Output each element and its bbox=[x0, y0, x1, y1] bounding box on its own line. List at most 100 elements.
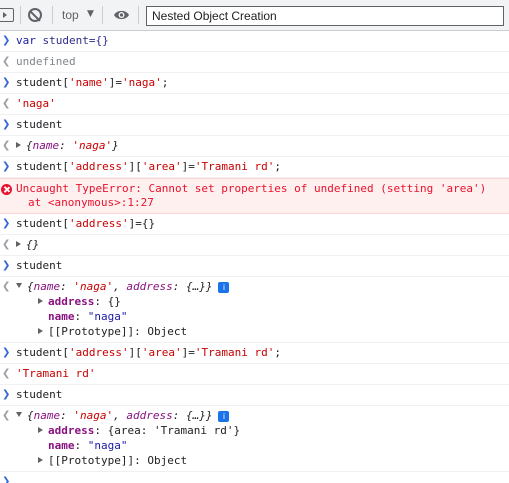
code-text: ]= bbox=[181, 160, 195, 173]
brace: { bbox=[26, 139, 33, 152]
brace: } bbox=[112, 139, 119, 152]
console-input-row: ❯ student['address']['area']='Tramani rd… bbox=[0, 157, 509, 178]
object-key: name bbox=[33, 409, 61, 422]
separator: : bbox=[59, 139, 73, 152]
error-message: Uncaught TypeError: Cannot set propertie… bbox=[16, 182, 487, 195]
code-string: 'Tramani rd' bbox=[194, 160, 275, 173]
separator: : bbox=[60, 409, 74, 422]
code-string: 'address' bbox=[68, 217, 129, 230]
object-property[interactable]: address: {} bbox=[16, 294, 509, 309]
code-text: student[ bbox=[16, 346, 69, 359]
clear-console-icon[interactable] bbox=[28, 8, 42, 22]
live-expression-eye-icon[interactable] bbox=[113, 9, 130, 21]
output-prompt-icon: ❮ bbox=[2, 98, 11, 109]
toolbar-divider bbox=[138, 6, 139, 24]
object-value: 'naga' bbox=[72, 139, 113, 152]
code-string: 'area' bbox=[141, 346, 182, 359]
code-text: ][ bbox=[128, 160, 142, 173]
code-string: 'area' bbox=[141, 160, 182, 173]
object-preview[interactable]: {} bbox=[26, 238, 39, 251]
brace: } bbox=[205, 409, 213, 422]
console-input-row: ❯ student bbox=[0, 115, 509, 136]
expand-triangle-icon[interactable] bbox=[38, 298, 43, 304]
property-value: Object bbox=[147, 454, 188, 467]
console-toolbar: top ▼ bbox=[0, 0, 509, 31]
code-text: student[ bbox=[16, 160, 69, 173]
console-output-row: ❮ 'Tramani rd' bbox=[0, 364, 509, 385]
brace: { bbox=[27, 280, 34, 293]
collapse-triangle-icon[interactable] bbox=[16, 283, 22, 288]
collapse-triangle-icon[interactable] bbox=[16, 412, 22, 417]
output-prompt-icon: ❮ bbox=[2, 56, 11, 67]
code-string: 'name' bbox=[68, 76, 109, 89]
object-property: name: "naga" bbox=[16, 309, 509, 324]
object-preview[interactable]: {name: 'naga'} bbox=[26, 139, 119, 152]
property-key: name bbox=[48, 310, 75, 323]
input-prompt-icon: ❯ bbox=[2, 161, 11, 172]
context-selector[interactable]: top bbox=[62, 7, 79, 24]
output-prompt-icon: ❮ bbox=[2, 281, 11, 292]
input-prompt-icon: ❯ bbox=[2, 260, 11, 271]
code-text: ][ bbox=[128, 346, 142, 359]
console-output-row[interactable]: ❮ {} bbox=[0, 235, 509, 256]
separator: : bbox=[60, 280, 74, 293]
code-text: ; bbox=[274, 160, 281, 173]
object-summary[interactable]: {name: 'naga', address: {…}} i bbox=[16, 280, 509, 294]
info-icon[interactable]: i bbox=[218, 282, 230, 293]
object-property[interactable]: [[Prototype]]: Object bbox=[16, 453, 509, 468]
object-key: name bbox=[32, 139, 60, 152]
expand-triangle-icon[interactable] bbox=[16, 142, 21, 148]
console-messages: ❯ var student={} ❮ undefined ❯ student['… bbox=[0, 31, 509, 483]
separator: : bbox=[74, 310, 88, 323]
info-icon[interactable]: i bbox=[218, 411, 230, 422]
output-prompt-icon: ❮ bbox=[2, 140, 11, 151]
console-input[interactable] bbox=[16, 475, 23, 483]
property-key: [[Prototype]] bbox=[48, 325, 135, 338]
code-text: student[ bbox=[16, 217, 69, 230]
console-output-row: ❮ undefined bbox=[0, 52, 509, 73]
code-text: student={} bbox=[35, 34, 109, 47]
code-string: 'naga' bbox=[121, 76, 162, 89]
object-summary[interactable]: {name: 'naga', address: {…}} i bbox=[16, 409, 509, 423]
chevron-down-icon[interactable]: ▼ bbox=[87, 9, 94, 19]
output-value: undefined bbox=[16, 55, 76, 68]
code-string: 'address' bbox=[68, 346, 129, 359]
error-stack-location[interactable]: at <anonymous>:1:27 bbox=[16, 196, 509, 210]
input-prompt-icon: ❯ bbox=[2, 119, 11, 130]
property-value: "naga" bbox=[87, 439, 128, 452]
object-property[interactable]: address: {area: 'Tramani rd'} bbox=[16, 423, 509, 438]
console-input-row: ❯ student['address']['area']='Tramani rd… bbox=[0, 343, 509, 364]
property-value: "naga" bbox=[87, 310, 128, 323]
object-key: name bbox=[33, 280, 61, 293]
code-text: student bbox=[16, 118, 63, 131]
separator: : bbox=[94, 295, 108, 308]
sidebar-toggle-icon[interactable] bbox=[0, 8, 14, 22]
console-output-row: ❮ {name: 'naga', address: {…}} i address:… bbox=[0, 277, 509, 343]
error-icon bbox=[1, 184, 12, 195]
input-prompt-icon: ❯ bbox=[2, 218, 11, 229]
separator: : bbox=[134, 454, 148, 467]
property-key: [[Prototype]] bbox=[48, 454, 135, 467]
separator: : bbox=[134, 325, 148, 338]
filter-input[interactable] bbox=[146, 6, 504, 26]
object-value: 'naga' bbox=[73, 280, 114, 293]
code-text: ; bbox=[161, 76, 169, 89]
property-value: {area: 'Tramani rd'} bbox=[107, 424, 241, 437]
expand-triangle-icon[interactable] bbox=[38, 457, 43, 463]
brace: { bbox=[27, 409, 34, 422]
expand-triangle-icon[interactable] bbox=[38, 328, 43, 334]
separator: : bbox=[94, 424, 108, 437]
separator: : bbox=[74, 439, 88, 452]
console-output-row[interactable]: ❮ {name: 'naga'} bbox=[0, 136, 509, 157]
object-property[interactable]: [[Prototype]]: Object bbox=[16, 324, 509, 339]
expand-triangle-icon[interactable] bbox=[16, 241, 21, 247]
input-prompt-icon: ❯ bbox=[2, 476, 11, 483]
separator: , bbox=[113, 280, 127, 293]
code-string: 'address' bbox=[68, 160, 129, 173]
expand-triangle-icon[interactable] bbox=[38, 427, 43, 433]
console-prompt-row[interactable]: ❯ bbox=[0, 472, 509, 483]
console-input-row: ❯ var student={} bbox=[0, 31, 509, 52]
console-input-row: ❯ student bbox=[0, 256, 509, 277]
console-output-row: ❮ {name: 'naga', address: {…}} i address:… bbox=[0, 406, 509, 472]
object-key: address bbox=[126, 409, 173, 422]
